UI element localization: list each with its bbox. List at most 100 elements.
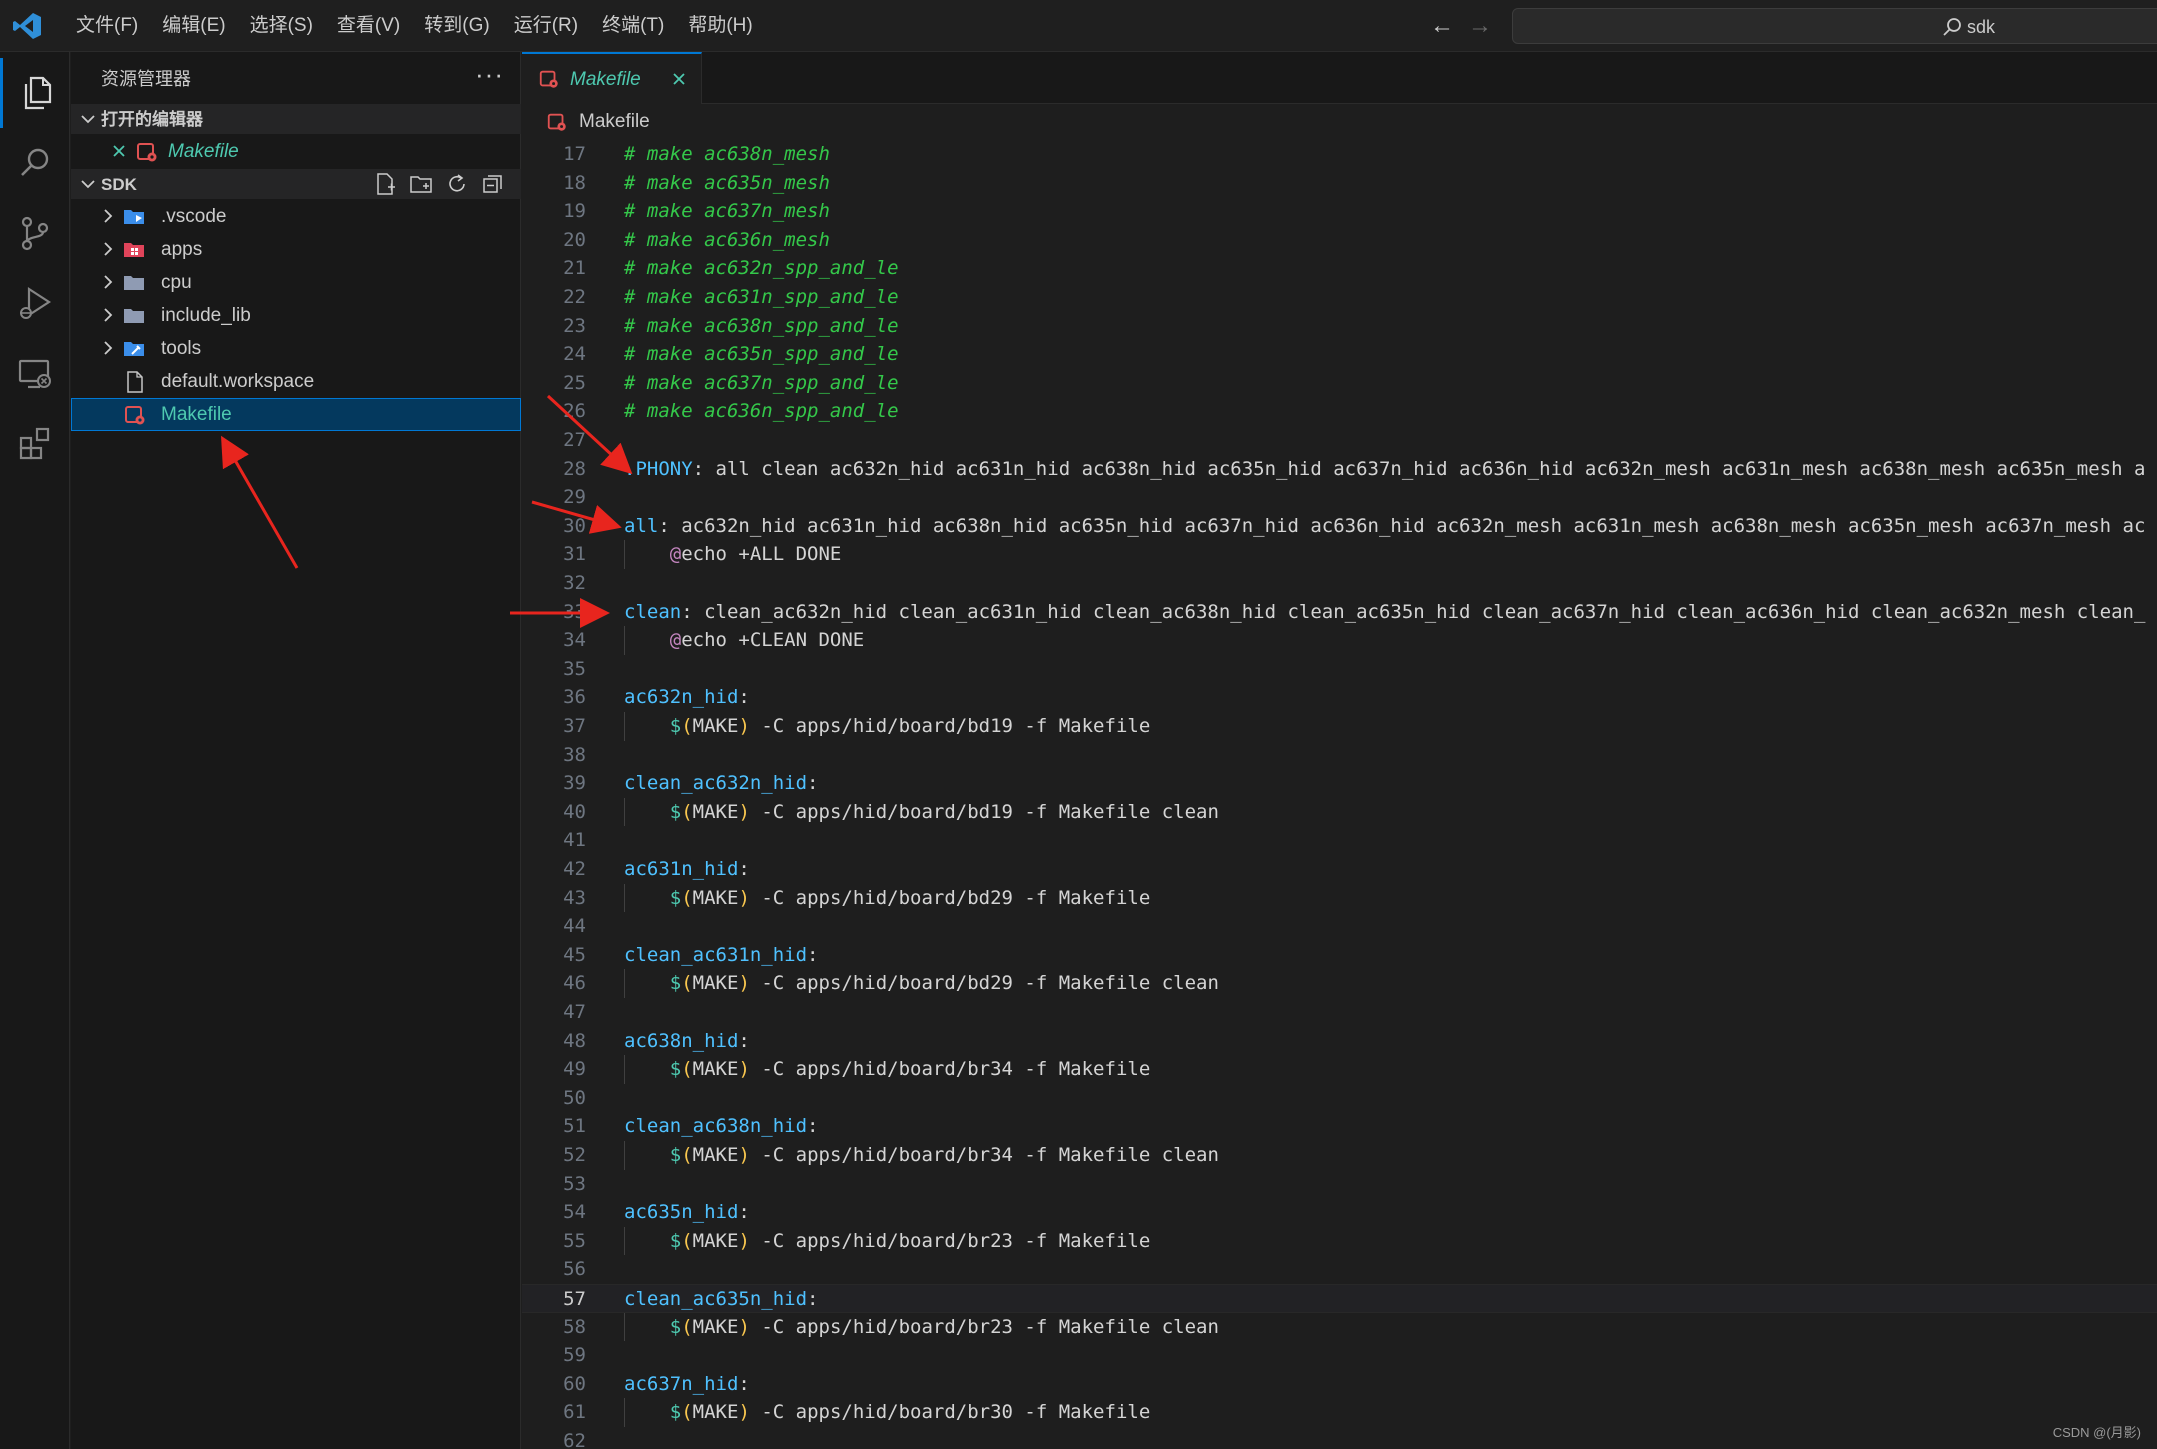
command-center-search[interactable]: sdk <box>1512 8 2157 44</box>
open-editor-item[interactable]: Makefile <box>71 135 521 168</box>
close-icon[interactable] <box>109 141 129 161</box>
menu-item[interactable]: 编辑(E) <box>150 0 237 52</box>
code-line[interactable]: 30 all: ac632n_hid ac631n_hid ac638n_hid … <box>522 512 2157 541</box>
workspace-section-header[interactable]: SDK <box>71 169 521 199</box>
code-line[interactable]: 49 $(MAKE) -C apps/hid/board/br34 -f Mak… <box>522 1055 2157 1084</box>
menu-item[interactable]: 终端(T) <box>590 0 676 52</box>
menu-item[interactable]: 查看(V) <box>325 0 412 52</box>
code-line[interactable]: 31 @echo +ALL DONE <box>522 540 2157 569</box>
collapse-all-icon[interactable] <box>481 172 507 196</box>
code-line[interactable]: 54 ac635n_hid: <box>522 1198 2157 1227</box>
remote-explorer-icon[interactable] <box>0 338 70 408</box>
code-line[interactable]: 28 .PHONY: all clean ac632n_hid ac631n_hi… <box>522 455 2157 484</box>
code-target: ac638n_hid <box>624 1029 739 1052</box>
code-line[interactable]: 18 # make ac635n_mesh <box>522 169 2157 198</box>
code-paren: ) <box>738 1058 750 1081</box>
tree-item-folder[interactable]: cpu <box>71 266 521 299</box>
code-line[interactable]: 42 ac631n_hid: <box>522 855 2157 884</box>
makefile-icon <box>125 406 145 425</box>
menu-item[interactable]: 帮助(H) <box>676 0 764 52</box>
extensions-icon[interactable] <box>0 408 70 478</box>
code-line[interactable]: 43 $(MAKE) -C apps/hid/board/bd29 -f Mak… <box>522 884 2157 913</box>
code-line[interactable]: 51 clean_ac638n_hid: <box>522 1112 2157 1141</box>
refresh-icon[interactable] <box>445 172 471 196</box>
code-editor[interactable]: 17 # make ac638n_mesh 18 # make ac635n_mesh… <box>522 140 2157 1449</box>
code-line[interactable]: 23 # make ac638n_spp_and_le <box>522 312 2157 341</box>
code-line[interactable]: 20 # make ac636n_mesh <box>522 226 2157 255</box>
code-line[interactable]: 29 <box>522 483 2157 512</box>
code-line[interactable]: 39 clean_ac632n_hid: <box>522 769 2157 798</box>
code-line[interactable]: 62 <box>522 1427 2157 1449</box>
code-line[interactable]: 38 <box>522 741 2157 770</box>
code-line[interactable]: 57 clean_ac635n_hid: <box>522 1284 2157 1313</box>
menu-item[interactable]: 运行(R) <box>502 0 590 52</box>
close-icon[interactable] <box>668 68 690 90</box>
code-line[interactable]: 35 <box>522 655 2157 684</box>
code-line[interactable]: 19 # make ac637n_mesh <box>522 197 2157 226</box>
code-line[interactable]: 33 clean: clean_ac632n_hid clean_ac631n_h… <box>522 598 2157 627</box>
code-line[interactable]: 34 @echo +CLEAN DONE <box>522 626 2157 655</box>
code-line[interactable]: 36 ac632n_hid: <box>522 683 2157 712</box>
tree-item-folder[interactable]: .vscode <box>71 200 521 233</box>
menu-item[interactable]: 文件(F) <box>64 0 150 52</box>
line-number: 40 <box>563 800 586 823</box>
code-content: @echo +ALL DONE <box>624 540 842 569</box>
code-content: .PHONY: all clean ac632n_hid ac631n_hid … <box>624 455 2145 484</box>
code-line[interactable]: 46 $(MAKE) -C apps/hid/board/bd29 -f Mak… <box>522 969 2157 998</box>
tree-item-folder[interactable]: tools <box>71 332 521 365</box>
tree-item-folder[interactable]: include_lib <box>71 299 521 332</box>
code-line[interactable]: 25 # make ac637n_spp_and_le <box>522 369 2157 398</box>
code-line[interactable]: 44 <box>522 912 2157 941</box>
code-line[interactable]: 53 <box>522 1170 2157 1199</box>
code-text: -C apps/hid/board/bd29 -f Makefile <box>749 886 1151 909</box>
code-line[interactable]: 17 # make ac638n_mesh <box>522 140 2157 169</box>
code-line[interactable]: 45 clean_ac631n_hid: <box>522 941 2157 970</box>
code-content: # make ac636n_mesh <box>624 226 830 255</box>
back-arrow-icon[interactable]: ← <box>1428 12 1456 40</box>
code-line[interactable]: 55 $(MAKE) -C apps/hid/board/br23 -f Mak… <box>522 1227 2157 1256</box>
tree-item-file[interactable]: Makefile <box>71 398 521 431</box>
tree-item-file[interactable]: default.workspace <box>71 365 521 398</box>
code-content: clean_ac635n_hid: <box>624 1285 818 1314</box>
code-line[interactable]: 24 # make ac635n_spp_and_le <box>522 340 2157 369</box>
code-line[interactable]: 60 ac637n_hid: <box>522 1370 2157 1399</box>
code-line[interactable]: 37 $(MAKE) -C apps/hid/board/bd19 -f Mak… <box>522 712 2157 741</box>
code-line[interactable]: 27 <box>522 426 2157 455</box>
code-line[interactable]: 61 $(MAKE) -C apps/hid/board/br30 -f Mak… <box>522 1398 2157 1427</box>
code-line[interactable]: 32 <box>522 569 2157 598</box>
code-text: -C apps/hid/board/br23 -f Makefile <box>749 1229 1151 1252</box>
code-line[interactable]: 22 # make ac631n_spp_and_le <box>522 283 2157 312</box>
code-line[interactable]: 59 <box>522 1341 2157 1370</box>
new-file-icon[interactable] <box>373 172 399 196</box>
code-line[interactable]: 21 # make ac632n_spp_and_le <box>522 254 2157 283</box>
folder-icon <box>124 309 144 323</box>
code-line[interactable]: 47 <box>522 998 2157 1027</box>
breadcrumb-item[interactable]: Makefile <box>579 104 650 140</box>
code-line[interactable]: 52 $(MAKE) -C apps/hid/board/br34 -f Mak… <box>522 1141 2157 1170</box>
tree-item-label: cpu <box>161 272 192 293</box>
code-line[interactable]: 58 $(MAKE) -C apps/hid/board/br23 -f Mak… <box>522 1313 2157 1342</box>
code-line[interactable]: 56 <box>522 1255 2157 1284</box>
search-icon[interactable] <box>0 128 70 198</box>
tree-item-folder[interactable]: apps <box>71 233 521 266</box>
code-line[interactable]: 41 <box>522 826 2157 855</box>
new-folder-icon[interactable] <box>409 172 435 196</box>
open-editors-section-header[interactable]: 打开的编辑器 <box>71 104 521 134</box>
code-comment: # make ac636n_mesh <box>624 228 830 251</box>
search-icon <box>1943 18 1961 36</box>
tab-makefile[interactable]: Makefile <box>522 52 702 104</box>
source-control-icon[interactable] <box>0 198 70 268</box>
code-line[interactable]: 26 # make ac636n_spp_and_le <box>522 397 2157 426</box>
code-line[interactable]: 50 <box>522 1084 2157 1113</box>
more-actions-icon[interactable]: ··· <box>475 52 504 104</box>
menu-item[interactable]: 转到(G) <box>412 0 501 52</box>
code-line[interactable]: 40 $(MAKE) -C apps/hid/board/bd19 -f Mak… <box>522 798 2157 827</box>
code-line[interactable]: 48 ac638n_hid: <box>522 1027 2157 1056</box>
code-target: ac637n_hid <box>624 1372 739 1395</box>
explorer-icon[interactable] <box>0 58 70 128</box>
run-debug-icon[interactable] <box>0 268 70 338</box>
code-content: clean_ac631n_hid: <box>624 941 818 970</box>
menu-item[interactable]: 选择(S) <box>238 0 325 52</box>
forward-arrow-icon[interactable]: → <box>1466 12 1494 40</box>
